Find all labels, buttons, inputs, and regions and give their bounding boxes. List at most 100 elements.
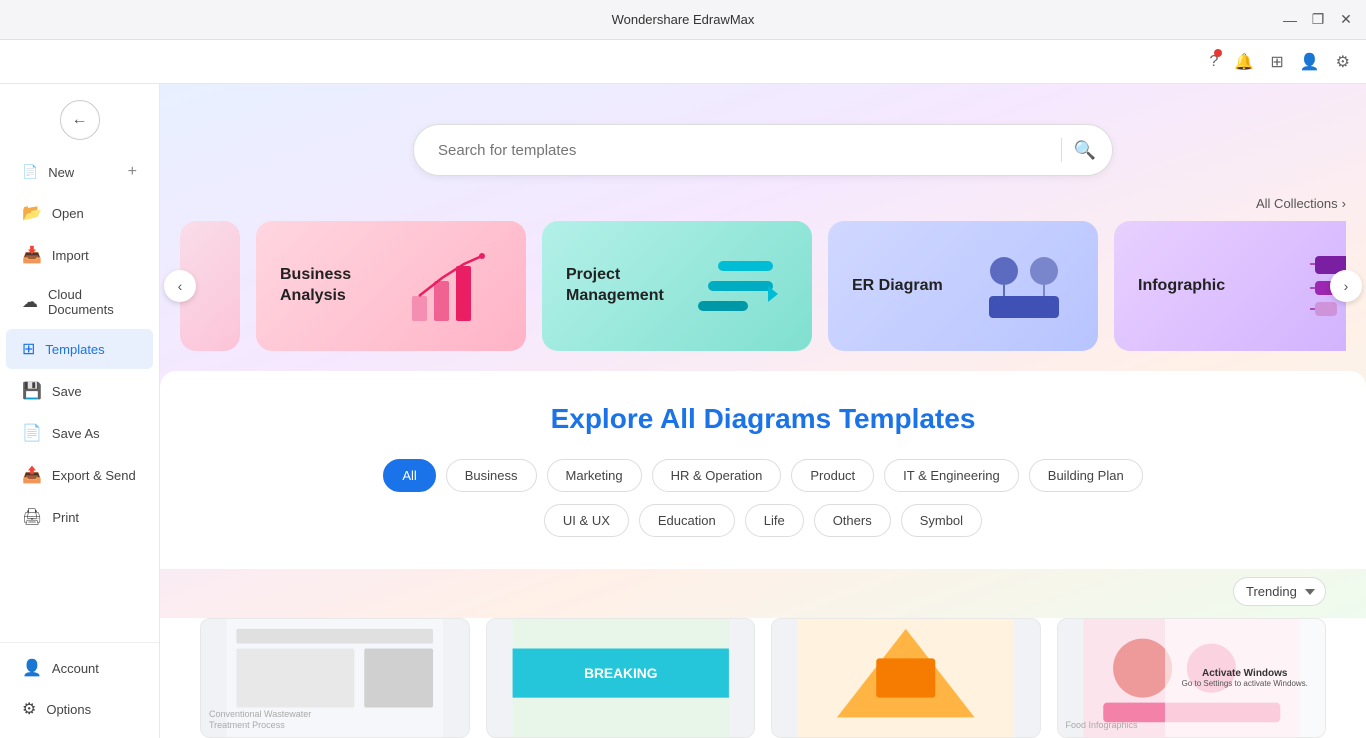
sidebar-item-templates[interactable]: ⊞ Templates (6, 329, 153, 369)
sidebar-item-cloud-label: Cloud Documents (48, 287, 137, 317)
notification-icon[interactable]: 🔔 (1234, 52, 1254, 72)
sidebar-item-save-label: Save (52, 384, 82, 399)
filter-chip-all[interactable]: All (383, 459, 435, 492)
carousel-card-project-management[interactable]: Project Management (542, 221, 812, 351)
filter-chip-building[interactable]: Building Plan (1029, 459, 1143, 492)
search-area: 🔍 (160, 84, 1366, 196)
explore-section: Explore All Diagrams Templates All Busin… (160, 371, 1366, 569)
filter-chip-it[interactable]: IT & Engineering (884, 459, 1019, 492)
sidebar-item-account-label: Account (52, 661, 99, 676)
thumbnail-card-1[interactable]: Conventional WastewaterTreatment Process (200, 618, 470, 738)
back-button[interactable]: ← (60, 100, 100, 140)
minimize-button[interactable]: — (1282, 12, 1298, 28)
sidebar-item-open[interactable]: 📂 Open (6, 193, 153, 233)
thumbnail-card-4[interactable]: Food Infographics Activate Windows Go to… (1057, 618, 1327, 738)
all-collections-link[interactable]: All Collections › (1256, 196, 1346, 211)
user-icon[interactable]: 👤 (1300, 52, 1320, 72)
main-layout: ← 📄 New + 📂 Open 📥 Import ☁ Cloud Docume… (0, 84, 1366, 738)
new-plus-icon: + (128, 163, 137, 181)
carousel-wrapper: ‹ Business Analysis Project Management (160, 221, 1366, 351)
carousel-card-business-analysis[interactable]: Business Analysis (256, 221, 526, 351)
carousel-card-infographic[interactable]: Infographic (1114, 221, 1346, 351)
app-title: Wondershare EdrawMax (612, 12, 755, 27)
sidebar-item-save[interactable]: 💾 Save (6, 371, 153, 411)
sidebar-item-export[interactable]: 📤 Export & Send (6, 455, 153, 495)
activate-windows-overlay: Activate Windows Go to Settings to activ… (1165, 619, 1326, 737)
search-button[interactable]: 🔍 (1074, 140, 1096, 161)
sidebar-item-open-label: Open (52, 206, 84, 221)
sidebar-item-saveas-label: Save As (52, 426, 100, 441)
sidebar-item-saveas[interactable]: 📄 Save As (6, 413, 153, 453)
sort-select[interactable]: Trending Newest Popular (1233, 577, 1326, 606)
thumbnails-row: Conventional WastewaterTreatment Process… (160, 618, 1366, 738)
saveas-icon: 📄 (22, 423, 42, 443)
collections-header: All Collections › (160, 196, 1366, 221)
thumb-label-1: Conventional WastewaterTreatment Process (209, 709, 311, 731)
titlebar: Wondershare EdrawMax — ❐ ✕ (0, 0, 1366, 40)
filter-chip-symbol[interactable]: Symbol (901, 504, 982, 537)
save-icon: 💾 (22, 381, 42, 401)
carousel-card-title: Business Analysis (280, 265, 380, 307)
filter-chip-education[interactable]: Education (639, 504, 735, 537)
print-icon: 🖨 (22, 507, 42, 527)
apps-icon[interactable]: ⊞ (1270, 52, 1283, 72)
cloud-icon: ☁ (22, 292, 38, 312)
options-icon: ⚙ (22, 699, 36, 719)
filter-row-1: All Business Marketing HR & Operation Pr… (200, 459, 1326, 492)
carousel-card-infographic-title: Infographic (1138, 276, 1225, 297)
sidebar: ← 📄 New + 📂 Open 📥 Import ☁ Cloud Docume… (0, 84, 160, 738)
project-management-graphic (688, 246, 788, 326)
account-icon: 👤 (22, 658, 42, 678)
thumb-content-3 (772, 619, 1040, 737)
carousel: Business Analysis Project Management (180, 221, 1346, 351)
thumb-content-2: BREAKING (487, 619, 755, 737)
sidebar-item-cloud[interactable]: ☁ Cloud Documents (6, 277, 153, 327)
filter-row-2: UI & UX Education Life Others Symbol (200, 504, 1326, 537)
thumbnail-card-2[interactable]: BREAKING (486, 618, 756, 738)
export-icon: 📤 (22, 465, 42, 485)
filter-chip-product[interactable]: Product (791, 459, 874, 492)
filter-chip-others[interactable]: Others (814, 504, 891, 537)
sidebar-item-print-label: Print (52, 510, 79, 525)
sidebar-bottom: 👤 Account ⚙ Options (0, 642, 159, 730)
carousel-next-button[interactable]: › (1330, 270, 1362, 302)
close-button[interactable]: ✕ (1338, 12, 1354, 28)
filter-chip-hr[interactable]: HR & Operation (652, 459, 782, 492)
search-box: 🔍 (413, 124, 1113, 176)
carousel-prev-button[interactable]: ‹ (164, 270, 196, 302)
sidebar-item-print[interactable]: 🖨 Print (6, 497, 153, 537)
carousel-card-er-title: ER Diagram (852, 276, 943, 297)
settings-icon[interactable]: ⚙ (1336, 52, 1350, 72)
thumb-label-4: Food Infographics (1066, 720, 1138, 731)
sidebar-item-import-label: Import (52, 248, 89, 263)
new-icon: 📄 (22, 164, 38, 180)
carousel-card-pm-title: Project Management (566, 265, 666, 307)
sidebar-item-options-label: Options (46, 702, 91, 717)
templates-icon: ⊞ (22, 339, 35, 359)
carousel-card-er-diagram[interactable]: ER Diagram (828, 221, 1098, 351)
thumb-content-1: Conventional WastewaterTreatment Process (201, 619, 469, 737)
filter-chip-marketing[interactable]: Marketing (547, 459, 642, 492)
thumbnail-card-3[interactable] (771, 618, 1041, 738)
sidebar-item-export-label: Export & Send (52, 468, 136, 483)
er-diagram-graphic (974, 246, 1074, 326)
search-divider (1061, 138, 1062, 162)
sidebar-item-account[interactable]: 👤 Account (6, 648, 153, 688)
content-area: 🔍 All Collections › ‹ Business Analysis (160, 84, 1366, 738)
filter-chip-life[interactable]: Life (745, 504, 804, 537)
help-icon[interactable]: ? (1210, 53, 1219, 71)
sidebar-item-new-label: New (48, 165, 74, 180)
sidebar-item-new[interactable]: 📄 New + (6, 153, 153, 191)
search-input[interactable] (438, 142, 1049, 159)
import-icon: 📥 (22, 245, 42, 265)
sort-row: Trending Newest Popular (160, 569, 1366, 618)
toolbar: ? 🔔 ⊞ 👤 ⚙ (0, 40, 1366, 84)
sidebar-item-templates-label: Templates (45, 342, 104, 357)
window-controls: — ❐ ✕ (1282, 12, 1354, 28)
filter-chip-business[interactable]: Business (446, 459, 537, 492)
maximize-button[interactable]: ❐ (1310, 12, 1326, 28)
sidebar-item-import[interactable]: 📥 Import (6, 235, 153, 275)
filter-chip-uiux[interactable]: UI & UX (544, 504, 629, 537)
business-analysis-graphic (402, 246, 502, 326)
sidebar-item-options[interactable]: ⚙ Options (6, 689, 153, 729)
